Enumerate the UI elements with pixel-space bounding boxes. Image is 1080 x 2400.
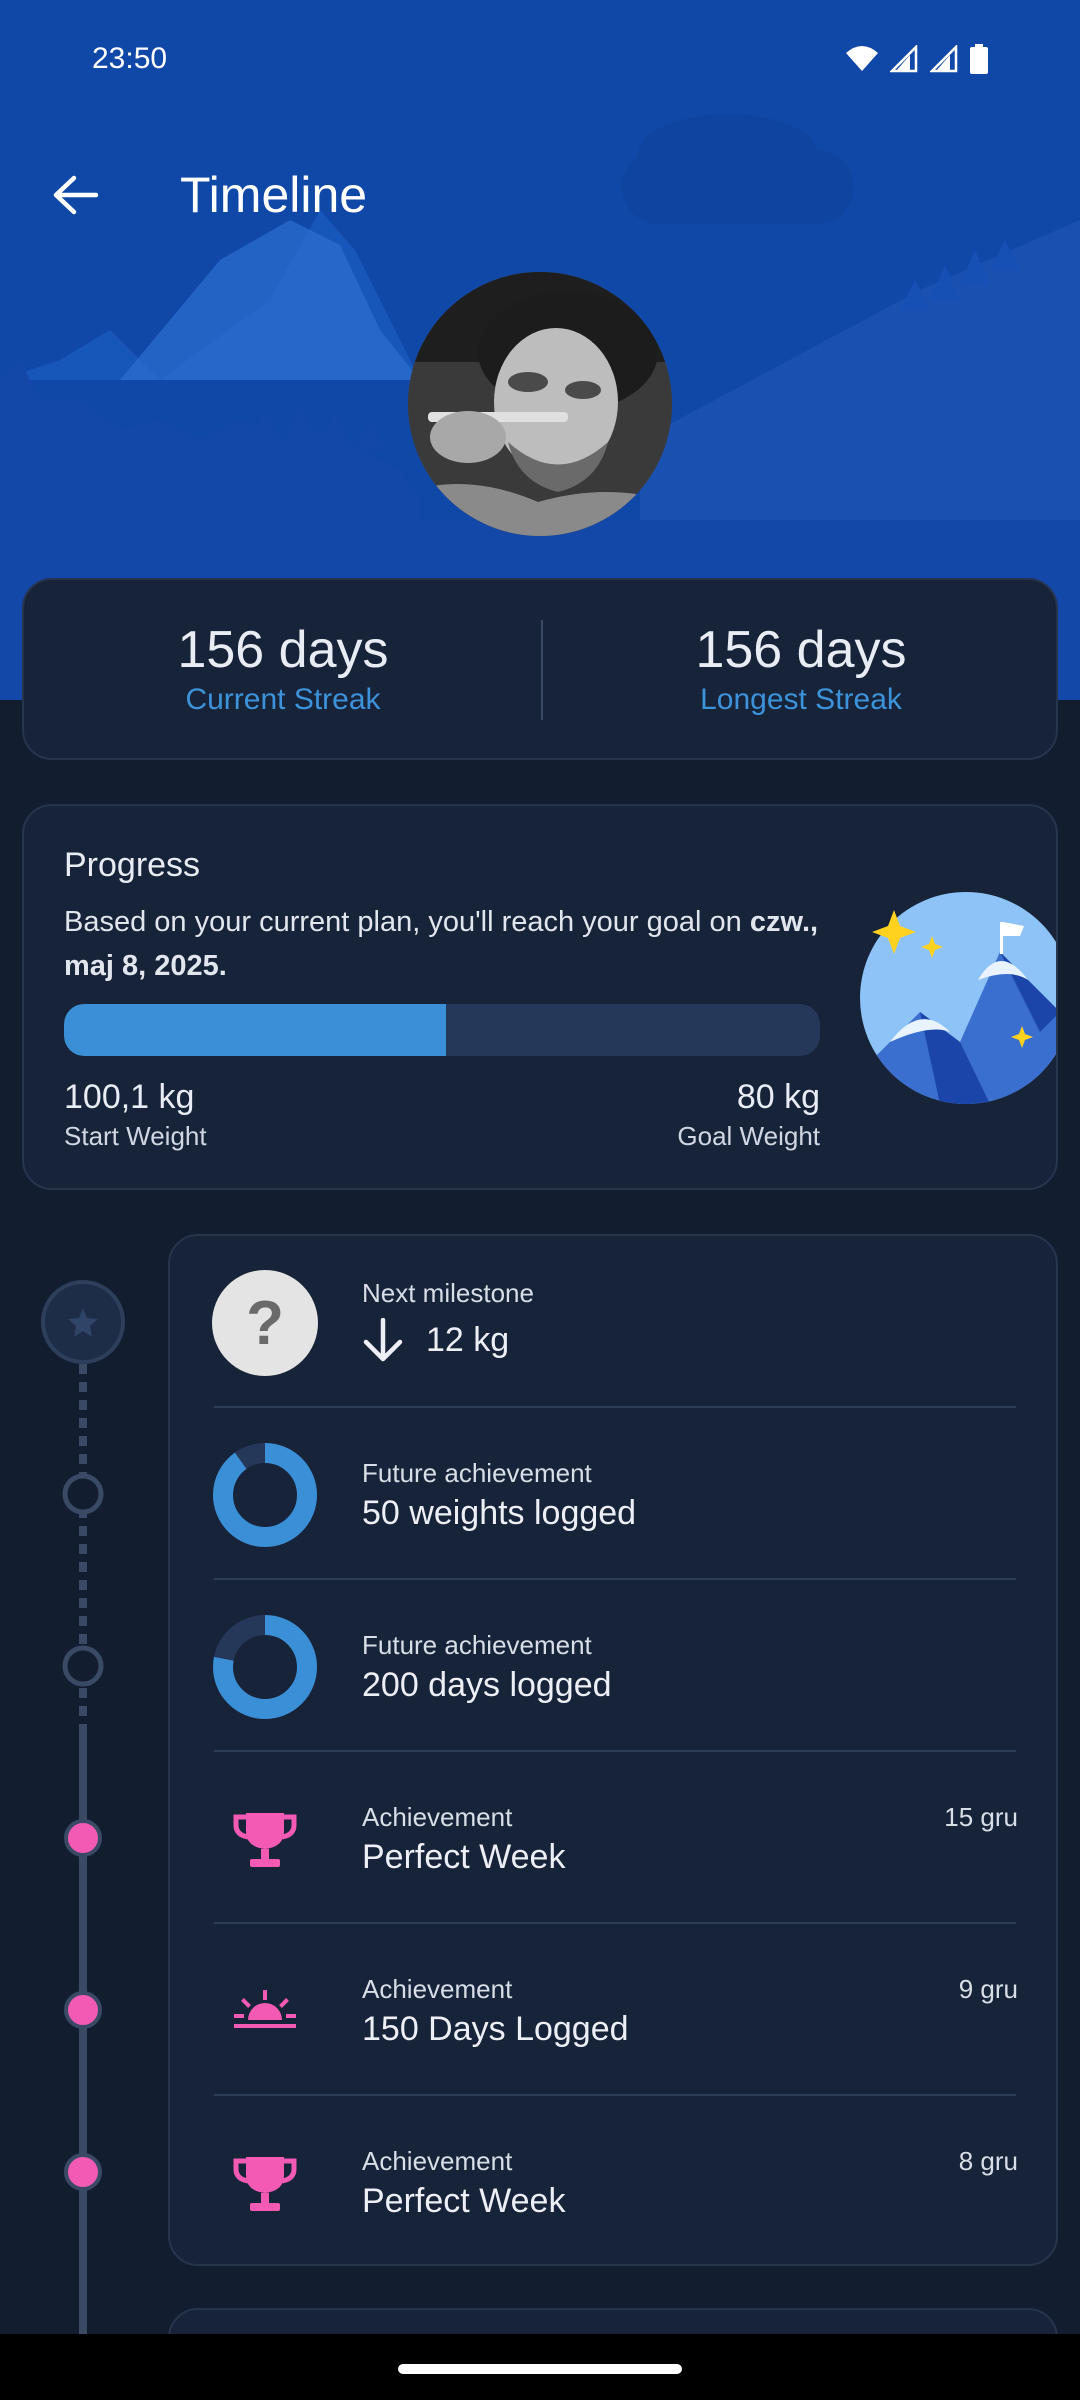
milestone-label: Next milestone bbox=[362, 1278, 534, 1308]
progress-bar-fill bbox=[64, 1004, 446, 1056]
milestone-icon-wrap: ? bbox=[212, 1270, 318, 1376]
timeline-node-achieved bbox=[64, 1819, 102, 1857]
sunrise-icon bbox=[234, 1990, 296, 2028]
icon-wrap bbox=[212, 1958, 318, 2064]
item-date: 9 gru bbox=[958, 1974, 1018, 2004]
next-milestone-row[interactable]: ? Next milestone 12 kg bbox=[170, 1236, 1060, 1408]
status-bar: 23:50 bbox=[0, 0, 1080, 120]
item-kind: Achievement bbox=[362, 1974, 513, 2004]
item-date: 15 gru bbox=[944, 1802, 1018, 1832]
streak-card: 156 days Current Streak 156 days Longest… bbox=[22, 578, 1058, 760]
page-title: Timeline bbox=[180, 167, 368, 223]
progress-bar bbox=[64, 1004, 820, 1056]
list-item[interactable]: Future achievement 50 weights logged bbox=[170, 1408, 1060, 1580]
goal-weight-label: Goal Weight bbox=[677, 1121, 820, 1151]
current-streak-value: 156 days bbox=[177, 621, 389, 679]
item-kind: Achievement bbox=[362, 2146, 513, 2176]
item-kind: Achievement bbox=[362, 1802, 513, 1832]
system-navigation-bar bbox=[0, 2334, 1080, 2400]
list-item[interactable]: Achievement Perfect Week 15 gru bbox=[170, 1752, 1060, 1924]
item-name: 150 Days Logged bbox=[362, 2010, 629, 2048]
progress-card[interactable]: Progress Based on your current plan, you… bbox=[22, 804, 1058, 1190]
icon-wrap bbox=[212, 1786, 318, 1892]
timeline-node-achieved bbox=[64, 1991, 102, 2029]
longest-streak-value: 156 days bbox=[695, 621, 907, 679]
status-icons bbox=[846, 44, 988, 74]
timeline-rail bbox=[41, 1280, 125, 2380]
list-item[interactable]: Achievement 150 Days Logged 9 gru bbox=[170, 1924, 1060, 2096]
goal-weight-value: 80 kg bbox=[736, 1078, 820, 1116]
donut-progress-icon bbox=[213, 1443, 317, 1547]
app-bar: Timeline bbox=[0, 150, 1080, 240]
wifi-icon bbox=[846, 46, 878, 71]
timeline-node-future bbox=[62, 1473, 104, 1515]
timeline-card: ? Next milestone 12 kg Future achievemen… bbox=[168, 1234, 1058, 2266]
donut-progress-icon bbox=[213, 1615, 317, 1719]
back-button[interactable] bbox=[40, 160, 110, 230]
item-name: Perfect Week bbox=[362, 2182, 566, 2220]
milestone-value: 12 kg bbox=[362, 1318, 509, 1362]
battery-icon bbox=[970, 44, 988, 74]
icon-wrap bbox=[212, 2130, 318, 2236]
home-gesture-handle[interactable] bbox=[398, 2364, 682, 2374]
signal-icon bbox=[890, 45, 918, 73]
mountain-goal-illustration bbox=[860, 892, 1056, 1104]
longest-streak: 156 days Longest Streak bbox=[542, 621, 1060, 717]
arrow-left-icon bbox=[53, 175, 98, 215]
trophy-icon bbox=[233, 1813, 297, 1867]
progress-description: Based on your current plan, you'll reach… bbox=[64, 900, 844, 988]
milestone-weight: 12 kg bbox=[426, 1320, 510, 1359]
item-name: 50 weights logged bbox=[362, 1494, 637, 1532]
start-weight-label: Start Weight bbox=[64, 1121, 207, 1151]
item-name: 200 days logged bbox=[362, 1666, 612, 1704]
current-streak-label: Current Streak bbox=[185, 683, 381, 717]
question-mark-icon: ? bbox=[212, 1270, 318, 1376]
profile-photo bbox=[408, 272, 672, 536]
longest-streak-label: Longest Streak bbox=[700, 683, 902, 717]
item-kind: Future achievement bbox=[362, 1630, 592, 1660]
trophy-icon bbox=[233, 2157, 297, 2211]
status-time: 23:50 bbox=[92, 42, 168, 75]
list-item[interactable]: Achievement Perfect Week 8 gru bbox=[170, 2096, 1060, 2268]
timeline-node-achieved bbox=[64, 2153, 102, 2191]
arrow-down-icon bbox=[363, 1318, 403, 1362]
icon-wrap bbox=[212, 1442, 318, 1548]
start-weight: 100,1 kg Start Weight bbox=[64, 1078, 207, 1152]
current-streak: 156 days Current Streak bbox=[24, 621, 542, 717]
signal-icon-2 bbox=[930, 45, 958, 73]
start-weight-value: 100,1 kg bbox=[64, 1078, 195, 1116]
timeline-node-future bbox=[62, 1645, 104, 1687]
goal-weight: 80 kg Goal Weight bbox=[624, 1078, 820, 1152]
item-date: 8 gru bbox=[958, 2146, 1018, 2176]
icon-wrap bbox=[212, 1614, 318, 1720]
progress-description-text: Based on your current plan, you'll reach… bbox=[64, 906, 742, 938]
progress-title: Progress bbox=[64, 846, 201, 884]
list-item[interactable]: Future achievement 200 days logged bbox=[170, 1580, 1060, 1752]
item-kind: Future achievement bbox=[362, 1458, 592, 1488]
avatar bbox=[408, 272, 672, 536]
item-name: Perfect Week bbox=[362, 1838, 566, 1876]
